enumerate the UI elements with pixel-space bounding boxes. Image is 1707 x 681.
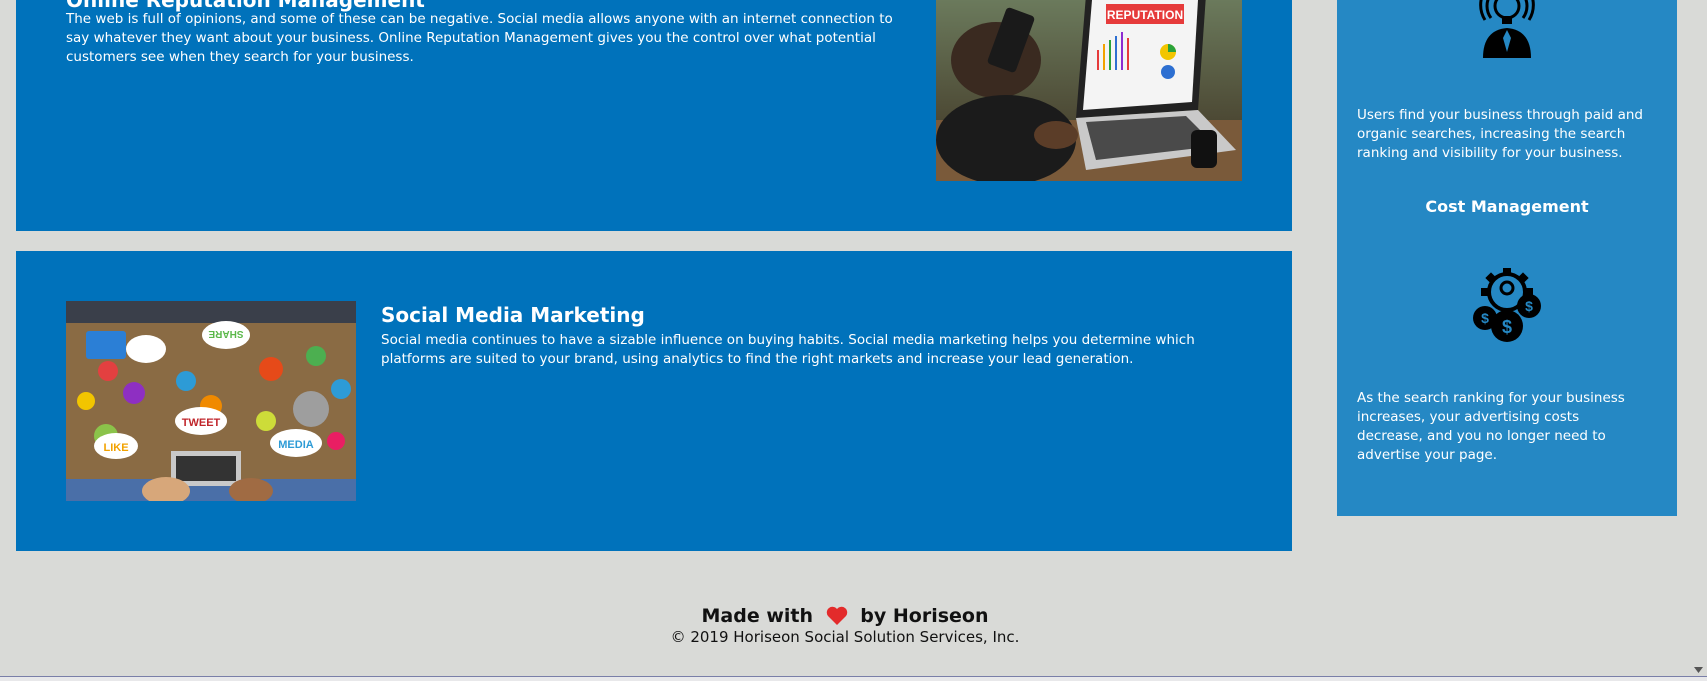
social-media-body: Social media continues to have a sizable… — [381, 332, 1195, 367]
page: Online Reputation Management The web is … — [0, 0, 1690, 676]
social-media-section: SHARE TWEET LIKE MEDIA Social Media Mark… — [16, 251, 1292, 551]
footer-copyright: © 2019 Horiseon Social Solution Services… — [670, 628, 1020, 646]
cost-management-title: Cost Management — [1425, 197, 1589, 216]
footer-made-with-text: Made with — [701, 604, 814, 627]
footer-by-text: by Horiseon — [860, 604, 989, 627]
svg-text:$: $ — [1502, 317, 1512, 337]
sidebar-lead-text: Users find your business through paid an… — [1357, 107, 1643, 161]
vertical-scrollbar[interactable] — [1690, 0, 1707, 676]
social-media-title: Social Media Marketing — [381, 303, 645, 327]
bubble-share: SHARE — [208, 328, 243, 339]
benefits-sidebar: Users find your business through paid an… — [1337, 0, 1677, 516]
reputation-body: The web is full of opinions, and some of… — [66, 11, 893, 65]
gear-dollar-icon: $ $ $ — [1467, 266, 1547, 346]
scroll-down-arrow-icon[interactable] — [1693, 660, 1704, 673]
lightbulb-person-icon — [1467, 0, 1547, 60]
svg-text:$: $ — [1481, 310, 1489, 326]
social-media-image: SHARE TWEET LIKE MEDIA — [66, 301, 356, 501]
svg-text:$: $ — [1525, 298, 1533, 314]
bubble-tweet: TWEET — [182, 417, 221, 429]
reputation-image-label: REPUTATION — [1107, 8, 1183, 22]
footer-made-with: Made with by Horiseon — [0, 604, 1690, 627]
horizontal-scrollbar[interactable] — [0, 676, 1707, 681]
cost-management-text: As the search ranking for your business … — [1357, 390, 1625, 463]
heart-icon — [826, 606, 848, 626]
bubble-like: LIKE — [103, 442, 128, 454]
bubble-media: MEDIA — [278, 439, 314, 451]
reputation-image: REPUTATION — [936, 0, 1242, 181]
reputation-section: Online Reputation Management The web is … — [16, 0, 1292, 231]
